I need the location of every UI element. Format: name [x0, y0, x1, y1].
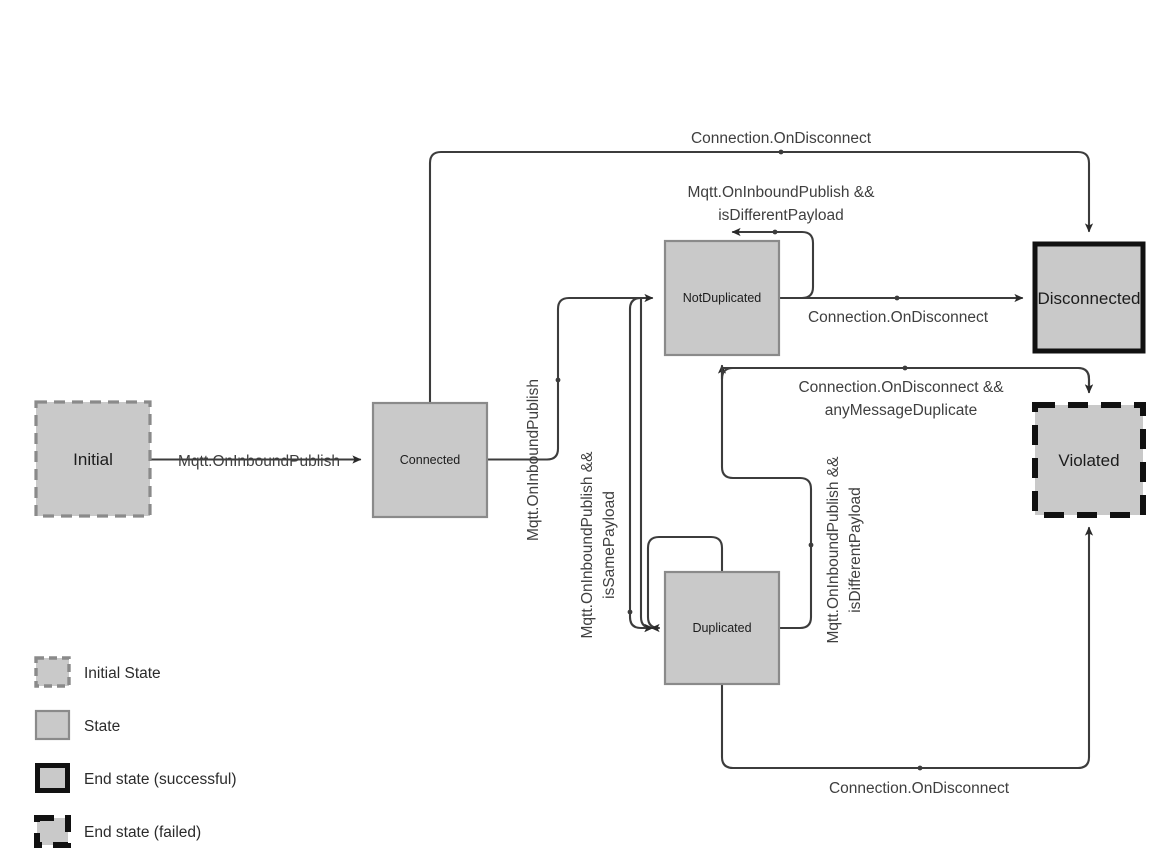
edge-label-duplicated-to-violated-line1: Connection.OnDisconnect &&: [798, 379, 1004, 396]
node-notduplicated[interactable]: NotDuplicated: [663, 239, 781, 357]
edge-label-notduplicated-to-duplicated-line1: Mqtt.OnInboundPublish &&: [579, 451, 596, 639]
node-initial-label: Initial: [73, 450, 113, 469]
node-notduplicated-label: NotDuplicated: [683, 291, 762, 305]
node-duplicated-label: Duplicated: [692, 621, 751, 635]
edge-label-duplicated-to-notduplicated-line1: Mqtt.OnInboundPublish &&: [825, 456, 842, 644]
edge-label-notduplicated-to-duplicated-line2: isSamePayload: [601, 491, 618, 599]
edge-label-notduplicated-to-disconnected: Connection.OnDisconnect: [808, 309, 989, 326]
legend-label-state: State: [84, 718, 120, 735]
edge-label-duplicated-to-violated-bottom: Connection.OnDisconnect: [829, 780, 1010, 797]
node-disconnected-label: Disconnected: [1037, 289, 1140, 308]
legend-label-end-state-successful: End state (successful): [84, 771, 236, 788]
legend-swatch-state: [34, 709, 71, 741]
node-duplicated[interactable]: Duplicated: [663, 570, 781, 686]
node-initial[interactable]: Initial: [34, 400, 152, 518]
edge-label-connected-to-disconnected: Connection.OnDisconnect: [691, 130, 872, 147]
node-disconnected[interactable]: Disconnected: [1032, 241, 1146, 354]
edge-label-duplicated-to-violated-line2: anyMessageDuplicate: [825, 402, 978, 419]
diagram-canvas: Initial Connected NotDuplicated Duplicat…: [0, 0, 1157, 863]
node-connected[interactable]: Connected: [371, 401, 489, 519]
legend-swatch-initial-state: [34, 656, 71, 688]
edge-label-notduplicated-self-line2: isDifferentPayload: [718, 207, 844, 224]
legend-item-end-successful: End state (successful): [35, 763, 236, 793]
edge-labels-layer: Mqtt.OnInboundPublish Connection.OnDisco…: [178, 130, 1010, 797]
state-machine-diagram: Initial Connected NotDuplicated Duplicat…: [34, 130, 1146, 848]
edge-label-notduplicated-self-line1: Mqtt.OnInboundPublish &&: [688, 184, 876, 201]
legend: Initial State State End state (successfu…: [34, 656, 236, 848]
node-violated[interactable]: Violated: [1032, 402, 1146, 518]
edge-connected-to-notduplicated: [485, 293, 654, 461]
legend-item-state: State: [34, 709, 120, 741]
legend-item-initial: Initial State: [34, 656, 161, 688]
edge-label-connected-to-notduplicated: Mqtt.OnInboundPublish: [525, 379, 542, 541]
node-violated-label: Violated: [1058, 451, 1119, 470]
node-connected-label: Connected: [400, 453, 461, 467]
legend-label-initial-state: Initial State: [84, 665, 161, 682]
edge-notduplicated-to-disconnected: [777, 293, 1024, 303]
legend-swatch-end-state-failed: [34, 815, 71, 848]
edge-label-duplicated-to-notduplicated-line2: isDifferentPayload: [847, 487, 864, 613]
legend-item-end-failed: End state (failed): [34, 815, 201, 848]
edge-label-initial-to-connected: Mqtt.OnInboundPublish: [178, 453, 340, 470]
legend-swatch-end-state-successful: [35, 763, 70, 793]
legend-label-end-state-failed: End state (failed): [84, 824, 201, 841]
